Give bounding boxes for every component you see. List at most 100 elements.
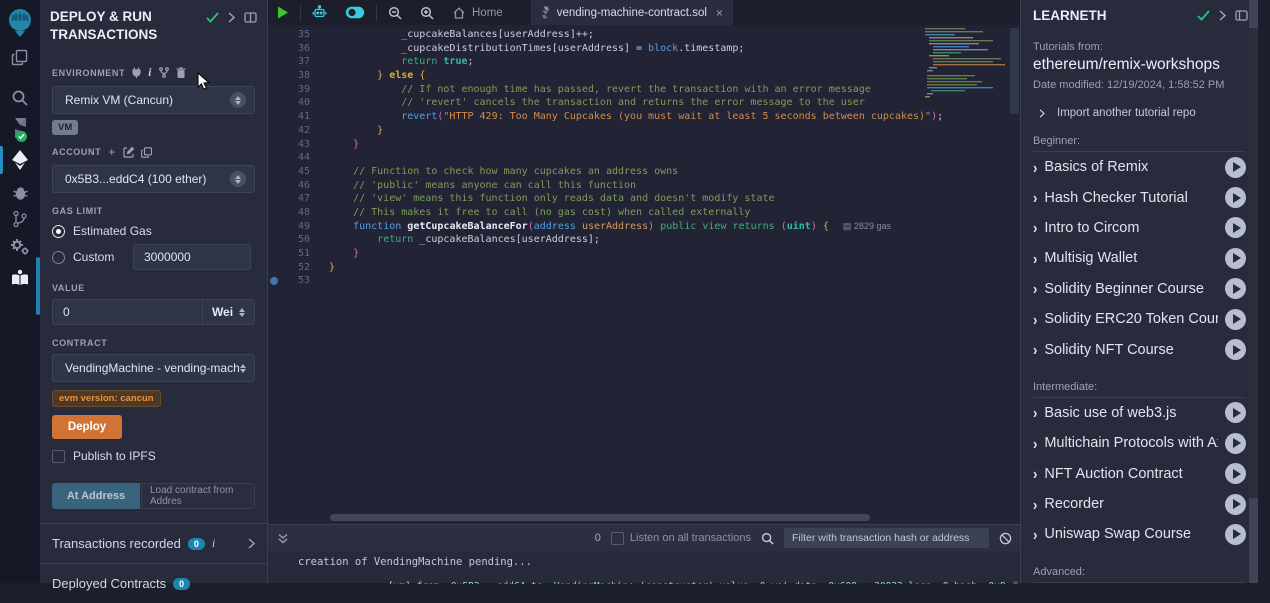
play-tutorial-button[interactable]: [1225, 433, 1246, 454]
plugin-manager-icon[interactable]: [0, 234, 40, 260]
play-tutorial-button[interactable]: [1225, 309, 1246, 330]
code-line-50[interactable]: 50 return _cupcakeBalances[userAddress];: [268, 233, 1020, 247]
zoom-out-icon[interactable]: [379, 0, 411, 25]
terminal-output[interactable]: creation of VendingMachine pending... [v…: [268, 551, 1020, 584]
code-line-37[interactable]: 37 return true;: [268, 55, 1020, 69]
tutorial-item[interactable]: ›Multisig Wallet: [1033, 243, 1246, 273]
play-tutorial-button[interactable]: [1225, 248, 1246, 269]
trash-icon[interactable]: [176, 67, 186, 78]
breakpoint-gutter[interactable]: [268, 274, 280, 288]
plug-icon[interactable]: [132, 67, 141, 78]
code-line-40[interactable]: 40 // 'revert' cancels the transaction a…: [268, 96, 1020, 110]
play-tutorial-button[interactable]: [1225, 187, 1246, 208]
estimated-gas-option[interactable]: Estimated Gas: [52, 224, 255, 238]
learneth-scrollbar-track[interactable]: [1249, 0, 1258, 583]
play-tutorial-button[interactable]: [1225, 524, 1246, 545]
code-line-43[interactable]: 43 }: [268, 138, 1020, 152]
tutorial-item[interactable]: ›Hash Checker Tutorial: [1033, 182, 1246, 212]
play-tutorial-button[interactable]: [1225, 157, 1246, 178]
at-address-button[interactable]: At Address: [52, 483, 140, 509]
code-line-49[interactable]: 49 function getCupcakeBalanceFor(address…: [268, 220, 1020, 234]
remix-logo[interactable]: [0, 6, 40, 40]
debugger-icon[interactable]: [0, 180, 40, 204]
code-line-48[interactable]: 48 // This makes it free to call (no gas…: [268, 206, 1020, 220]
fork-icon[interactable]: [159, 67, 169, 78]
copilot-toggle-icon[interactable]: [336, 0, 374, 25]
breakpoint-gutter[interactable]: [268, 83, 280, 97]
terminal-filter-input[interactable]: Filter with transaction hash or address: [784, 528, 989, 548]
chevron-right-icon[interactable]: ›: [1033, 341, 1037, 359]
tutorial-item[interactable]: ›Intro to Circom: [1033, 213, 1246, 243]
deploy-button[interactable]: Deploy: [52, 415, 122, 439]
environment-info-icon[interactable]: i: [148, 65, 152, 80]
code-line-39[interactable]: 39 // If not enough time has passed, rev…: [268, 83, 1020, 97]
terminal-expand-icon[interactable]: [278, 533, 288, 544]
tutorial-item[interactable]: ›Multichain Protocols with Axelar: [1033, 428, 1246, 458]
panel-pin-icon[interactable]: [244, 12, 257, 23]
ai-copilot-icon[interactable]: [303, 0, 336, 25]
code-line-44[interactable]: 44: [268, 151, 1020, 165]
breakpoint-gutter[interactable]: [268, 206, 280, 220]
breakpoint-gutter[interactable]: [268, 151, 280, 165]
code-line-46[interactable]: 46 // 'public' means anyone can call thi…: [268, 179, 1020, 193]
custom-gas-radio[interactable]: [52, 251, 65, 264]
tutorial-item[interactable]: ›Solidity Beginner Course: [1033, 274, 1246, 304]
code-line-35[interactable]: 35 _cupcakeBalances[userAddress]++;: [268, 28, 1020, 42]
value-input[interactable]: 0: [52, 299, 203, 325]
code-line-51[interactable]: 51 }: [268, 247, 1020, 261]
search-icon[interactable]: [0, 84, 40, 112]
deployed-contracts-row[interactable]: Deployed Contracts 0: [40, 564, 267, 603]
publish-ipfs-checkbox[interactable]: [52, 450, 65, 463]
breakpoint-gutter[interactable]: [268, 220, 280, 234]
code-line-53[interactable]: 53: [268, 274, 1020, 288]
code-line-47[interactable]: 47 // 'view' means this function only re…: [268, 192, 1020, 206]
learneth-icon[interactable]: [0, 264, 40, 292]
play-tutorial-button[interactable]: [1225, 402, 1246, 423]
play-tutorial-button[interactable]: [1225, 339, 1246, 360]
close-tab-icon[interactable]: ×: [716, 6, 723, 20]
learneth-pin-icon[interactable]: [1235, 10, 1248, 21]
code-line-45[interactable]: 45 // Function to check how many cupcake…: [268, 165, 1020, 179]
editor-vertical-scrollbar[interactable]: [1010, 28, 1019, 114]
chevron-right-icon[interactable]: ›: [1033, 310, 1037, 328]
breakpoint-gutter[interactable]: [268, 138, 280, 152]
learneth-scrollbar-thumb[interactable]: [1249, 28, 1258, 498]
publish-ipfs-option[interactable]: Publish to IPFS: [52, 449, 255, 463]
terminal-search-icon[interactable]: [761, 532, 774, 545]
learneth-expand-icon[interactable]: [1219, 10, 1226, 21]
listen-checkbox[interactable]: [611, 532, 624, 545]
play-tutorial-button[interactable]: [1225, 494, 1246, 515]
chevron-right-icon[interactable]: ›: [1033, 219, 1037, 237]
minimap[interactable]: [923, 26, 1008, 114]
tutorial-item[interactable]: ›Uniswap Swap Course: [1033, 519, 1246, 549]
edit-icon[interactable]: [123, 147, 134, 158]
breakpoint-dot[interactable]: [270, 277, 278, 285]
breakpoint-gutter[interactable]: [268, 124, 280, 138]
tab-file[interactable]: vending-machine-contract.sol ×: [531, 0, 733, 25]
breakpoint-gutter[interactable]: [268, 192, 280, 206]
breakpoint-gutter[interactable]: [268, 55, 280, 69]
plus-icon[interactable]: +: [108, 145, 116, 159]
editor-horizontal-scrollbar[interactable]: [330, 514, 870, 521]
zoom-in-icon[interactable]: [411, 0, 443, 25]
import-tutorial-repo[interactable]: Import another tutorial repo: [1033, 107, 1246, 119]
account-select[interactable]: 0x5B3...eddC4 (100 ether): [52, 165, 255, 193]
play-tutorial-button[interactable]: [1225, 463, 1246, 484]
contract-select[interactable]: VendingMachine - vending-machin: [52, 354, 255, 382]
tutorial-item[interactable]: ›Basics of Remix: [1033, 152, 1246, 182]
copy-icon[interactable]: [141, 147, 152, 158]
transactions-recorded-row[interactable]: Transactions recorded 0 i: [40, 524, 267, 563]
value-unit-select[interactable]: Wei: [203, 299, 255, 325]
chevron-right-icon[interactable]: ›: [1033, 189, 1037, 207]
source-control-icon[interactable]: [0, 207, 40, 231]
breakpoint-gutter[interactable]: [268, 233, 280, 247]
chevron-right-icon[interactable]: ›: [1033, 158, 1037, 176]
transactions-expand-icon[interactable]: [248, 538, 255, 549]
code-line-41[interactable]: 41 revert("HTTP 429: Too Many Cupcakes (…: [268, 110, 1020, 124]
environment-select[interactable]: Remix VM (Cancun): [52, 86, 255, 114]
file-explorer-icon[interactable]: [0, 44, 40, 72]
play-tutorial-button[interactable]: [1225, 278, 1246, 299]
chevron-right-icon[interactable]: ›: [1033, 404, 1037, 422]
radio-selected[interactable]: [52, 225, 65, 238]
breakpoint-gutter[interactable]: [268, 247, 280, 261]
